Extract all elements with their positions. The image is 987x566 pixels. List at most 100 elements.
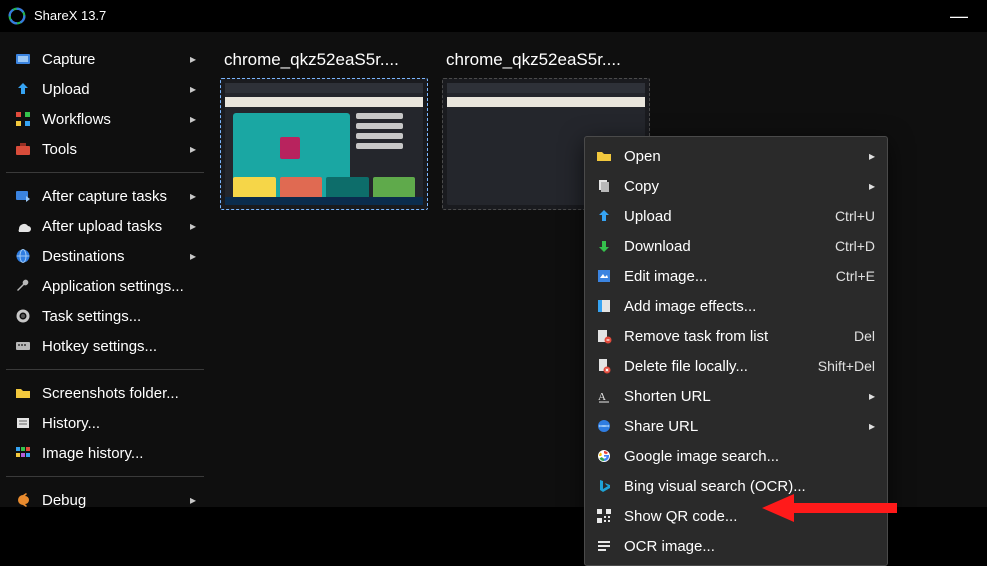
- sidebar-item-tools[interactable]: Tools ▸: [0, 134, 210, 164]
- ctx-bing-search[interactable]: Bing visual search (OCR)...: [585, 471, 887, 501]
- sidebar-label: Destinations: [42, 248, 125, 265]
- sidebar-item-after-upload[interactable]: After upload tasks ▸: [0, 211, 210, 241]
- bing-icon: [594, 478, 614, 494]
- effects-icon: [594, 298, 614, 314]
- chevron-right-icon: ▸: [190, 493, 196, 507]
- sidebar-label: Capture: [42, 51, 95, 68]
- ctx-label: Google image search...: [624, 448, 779, 465]
- ctx-shortcut: Shift+Del: [818, 358, 875, 374]
- wrench-icon: [14, 278, 32, 294]
- chevron-right-icon: ▸: [190, 82, 196, 96]
- thumbnail-item[interactable]: chrome_qkz52eaS5r....: [220, 48, 428, 210]
- minimize-button[interactable]: —: [939, 9, 979, 23]
- ctx-shorten-url[interactable]: A Shorten URL ▸: [585, 381, 887, 411]
- qr-icon: [594, 508, 614, 524]
- sidebar-label: Image history...: [42, 445, 143, 462]
- chevron-right-icon: ▸: [190, 219, 196, 233]
- sidebar-item-after-capture[interactable]: After capture tasks ▸: [0, 181, 210, 211]
- ctx-edit-image[interactable]: Edit image... Ctrl+E: [585, 261, 887, 291]
- divider: [6, 476, 204, 477]
- chevron-right-icon: ▸: [190, 189, 196, 203]
- globe-icon: [14, 248, 32, 264]
- toolbox-icon: [14, 141, 32, 157]
- delete-file-icon: [594, 358, 614, 374]
- sidebar-item-capture[interactable]: Capture ▸: [0, 44, 210, 74]
- ctx-label: OCR image...: [624, 538, 715, 555]
- sidebar-label: Upload: [42, 81, 90, 98]
- sidebar-label: Tools: [42, 141, 77, 158]
- sidebar-item-hotkey-settings[interactable]: Hotkey settings...: [0, 331, 210, 361]
- capture-icon: [14, 51, 32, 67]
- ctx-label: Download: [624, 238, 691, 255]
- sharex-logo-icon: [8, 7, 26, 25]
- ctx-download[interactable]: Download Ctrl+D: [585, 231, 887, 261]
- divider: [6, 172, 204, 173]
- chevron-right-icon: ▸: [190, 52, 196, 66]
- after-capture-icon: [14, 188, 32, 204]
- ctx-label: Edit image...: [624, 268, 707, 285]
- sidebar-item-history[interactable]: History...: [0, 408, 210, 438]
- ctx-show-qr[interactable]: Show QR code...: [585, 501, 887, 531]
- sidebar-item-workflows[interactable]: Workflows ▸: [0, 104, 210, 134]
- shorten-url-icon: A: [594, 388, 614, 404]
- sidebar-label: Application settings...: [42, 278, 184, 295]
- share-globe-icon: [594, 418, 614, 434]
- sidebar-item-screenshots-folder[interactable]: Screenshots folder...: [0, 378, 210, 408]
- ctx-label: Remove task from list: [624, 328, 768, 345]
- sidebar-item-app-settings[interactable]: Application settings...: [0, 271, 210, 301]
- ctx-label: Upload: [624, 208, 672, 225]
- sidebar-label: Workflows: [42, 111, 111, 128]
- folder-icon: [14, 385, 32, 401]
- sidebar-item-debug[interactable]: Debug ▸: [0, 485, 210, 515]
- thumbnail-label: chrome_qkz52eaS5r....: [442, 48, 650, 78]
- workflows-icon: [14, 111, 32, 127]
- ctx-add-effects[interactable]: Add image effects...: [585, 291, 887, 321]
- sidebar-label: Hotkey settings...: [42, 338, 157, 355]
- chevron-right-icon: ▸: [190, 112, 196, 126]
- chevron-right-icon: ▸: [869, 389, 875, 403]
- ctx-label: Show QR code...: [624, 508, 737, 525]
- ctx-shortcut: Ctrl+E: [836, 268, 875, 284]
- divider: [6, 369, 204, 370]
- ctx-label: Bing visual search (OCR)...: [624, 478, 806, 495]
- chevron-right-icon: ▸: [190, 142, 196, 156]
- sidebar-item-upload[interactable]: Upload ▸: [0, 74, 210, 104]
- sidebar-label: After capture tasks: [42, 188, 167, 205]
- edit-image-icon: [594, 268, 614, 284]
- sidebar-label: Screenshots folder...: [42, 385, 179, 402]
- sidebar-item-task-settings[interactable]: Task settings...: [0, 301, 210, 331]
- ctx-upload[interactable]: Upload Ctrl+U: [585, 201, 887, 231]
- ctx-ocr-image[interactable]: OCR image...: [585, 531, 887, 561]
- upload-icon: [14, 81, 32, 97]
- sidebar-item-image-history[interactable]: Image history...: [0, 438, 210, 468]
- content-area: chrome_qkz52eaS5r.... chrome_qkz52eaS5r.…: [210, 32, 987, 507]
- thumbnail-label: chrome_qkz52eaS5r....: [220, 48, 428, 78]
- chevron-right-icon: ▸: [190, 249, 196, 263]
- ctx-label: Delete file locally...: [624, 358, 748, 375]
- bug-icon: [14, 492, 32, 508]
- ctx-label: Share URL: [624, 418, 698, 435]
- copy-icon: [594, 178, 614, 194]
- ctx-label: Shorten URL: [624, 388, 711, 405]
- chevron-right-icon: ▸: [869, 149, 875, 163]
- ctx-google-search[interactable]: Google image search...: [585, 441, 887, 471]
- folder-open-icon: [594, 148, 614, 164]
- ctx-copy[interactable]: Copy ▸: [585, 171, 887, 201]
- ctx-share-url[interactable]: Share URL ▸: [585, 411, 887, 441]
- ctx-label: Copy: [624, 178, 659, 195]
- ctx-label: Add image effects...: [624, 298, 756, 315]
- ctx-delete-file[interactable]: Delete file locally... Shift+Del: [585, 351, 887, 381]
- ctx-remove-task[interactable]: Remove task from list Del: [585, 321, 887, 351]
- history-icon: [14, 415, 32, 431]
- titlebar: ShareX 13.7 —: [0, 0, 987, 32]
- after-upload-icon: [14, 218, 32, 234]
- image-history-icon: [14, 445, 32, 461]
- ctx-open[interactable]: Open ▸: [585, 141, 887, 171]
- ctx-shortcut: Ctrl+U: [835, 208, 875, 224]
- sidebar-label: Task settings...: [42, 308, 141, 325]
- sidebar-item-destinations[interactable]: Destinations ▸: [0, 241, 210, 271]
- thumbnail-preview: [220, 78, 428, 210]
- upload-arrow-icon: [594, 208, 614, 224]
- sidebar: Capture ▸ Upload ▸ Workflows ▸ Tools ▸ A…: [0, 32, 210, 507]
- gear-icon: [14, 308, 32, 324]
